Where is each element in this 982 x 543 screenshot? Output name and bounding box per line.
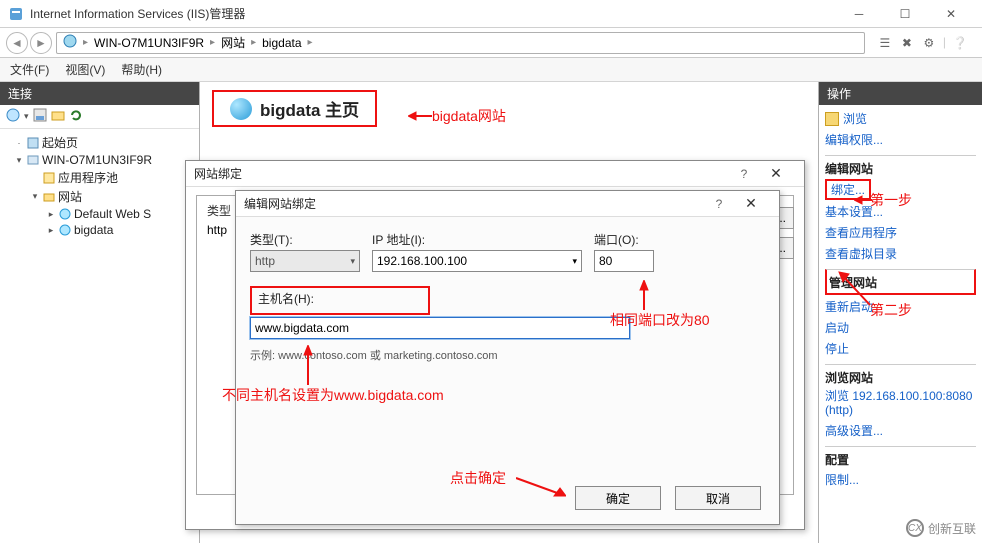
tree-default-site[interactable]: ▸Default Web S: [2, 206, 197, 222]
group-browse-site: 浏览网站: [825, 364, 976, 386]
tree-server[interactable]: ▾WIN-O7M1UN3IF9R: [2, 152, 197, 168]
breadcrumb[interactable]: ▸ WIN-O7M1UN3IF9R ▸ 网站 ▸ bigdata ▸: [56, 32, 865, 54]
dialog-edit-title: 编辑网站绑定: [244, 195, 316, 212]
action-explore[interactable]: 浏览: [825, 109, 976, 128]
dialog-bindings-title: 网站绑定: [194, 165, 242, 182]
anno-ok: 点击确定: [450, 468, 506, 488]
save-icon[interactable]: [33, 108, 47, 125]
action-browse-url[interactable]: 浏览 192.168.100.100:8080 (http): [825, 388, 976, 419]
tree-sites[interactable]: ▾网站: [2, 187, 197, 206]
folder-open-icon: [825, 112, 839, 126]
action-limits[interactable]: 限制...: [825, 470, 976, 489]
select-type: http▾: [250, 250, 360, 272]
bc-site: bigdata: [262, 36, 301, 50]
watermark-text: 创新互联: [928, 520, 976, 537]
globe-icon: [230, 98, 252, 120]
action-view-vdirs[interactable]: 查看虚拟目录: [825, 244, 976, 263]
anno-step1: 第一步: [870, 190, 912, 210]
maximize-button[interactable]: ☐: [882, 0, 928, 28]
bc-sites: 网站: [221, 34, 245, 51]
close-button[interactable]: ✕: [928, 0, 974, 28]
hostname-hint: 示例: www.contoso.com 或 marketing.contoso.…: [250, 347, 765, 363]
lbl-host: 主机名(H):: [258, 292, 314, 306]
dialog-edit-binding: 编辑网站绑定 ? ✕ 类型(T): http▾ IP 地址(I): 192.16…: [235, 190, 780, 525]
menu-help[interactable]: 帮助(H): [121, 61, 162, 78]
lbl-port: 端口(O):: [594, 231, 664, 248]
input-hostname[interactable]: [250, 317, 630, 339]
page-title: bigdata 主页: [260, 96, 359, 121]
bc-server: WIN-O7M1UN3IF9R: [94, 36, 204, 50]
lbl-ip: IP 地址(I):: [372, 231, 582, 248]
watermark-logo-icon: CX: [906, 519, 924, 537]
address-bar: ◄ ► ▸ WIN-O7M1UN3IF9R ▸ 网站 ▸ bigdata ▸ ☰…: [0, 28, 982, 58]
action-view-apps[interactable]: 查看应用程序: [825, 223, 976, 242]
refresh-icon[interactable]: [69, 108, 83, 125]
tool-icon-1[interactable]: ☰: [877, 35, 893, 51]
ok-button[interactable]: 确定: [575, 486, 661, 510]
connect-icon[interactable]: [6, 108, 20, 125]
action-stop[interactable]: 停止: [825, 339, 976, 358]
globe-icon: [63, 34, 77, 51]
connections-header: 连接: [0, 82, 199, 105]
help-icon[interactable]: ❔: [952, 35, 968, 51]
nav-forward-button[interactable]: ►: [30, 32, 52, 54]
tree-start-page[interactable]: ·起始页: [2, 133, 197, 152]
anno-port: 相同端口改为80: [610, 310, 710, 330]
actions-header: 操作: [819, 82, 982, 105]
anno-host: 不同主机名设置为www.bigdata.com: [222, 385, 444, 405]
group-config: 配置: [825, 446, 976, 468]
folder-icon[interactable]: [51, 108, 65, 125]
minimize-button[interactable]: ─: [836, 0, 882, 28]
watermark: CX 创新互联: [906, 519, 976, 537]
anno-bigdata-site: bigdata网站: [432, 106, 506, 126]
tree-app-pools[interactable]: 应用程序池: [2, 168, 197, 187]
dialog-help-icon[interactable]: ?: [707, 197, 731, 211]
cancel-button[interactable]: 取消: [675, 486, 761, 510]
anno-step2: 第二步: [870, 300, 912, 320]
window-title: Internet Information Services (IIS)管理器: [30, 5, 836, 22]
action-edit-permissions[interactable]: 编辑权限...: [825, 130, 976, 149]
select-ip[interactable]: 192.168.100.100▾: [372, 250, 582, 272]
window-titlebar: Internet Information Services (IIS)管理器 ─…: [0, 0, 982, 28]
lbl-type: 类型(T):: [250, 231, 360, 248]
tool-icon-2[interactable]: ✖: [899, 35, 915, 51]
action-advanced-settings[interactable]: 高级设置...: [825, 421, 976, 440]
tree-bigdata-site[interactable]: ▸bigdata: [2, 222, 197, 238]
menu-bar: 文件(F) 视图(V) 帮助(H): [0, 58, 982, 82]
input-port[interactable]: [594, 250, 654, 272]
group-edit-site: 编辑网站: [825, 155, 976, 177]
dialog-close-button[interactable]: ✕: [731, 195, 771, 212]
tool-icon-3[interactable]: ⚙: [921, 35, 937, 51]
connections-panel: 连接 ▾ ·起始页 ▾WIN-O7M1UN3IF9R 应用程序池 ▾网站 ▸De…: [0, 82, 200, 543]
connections-tree: ·起始页 ▾WIN-O7M1UN3IF9R 应用程序池 ▾网站 ▸Default…: [0, 129, 199, 242]
dialog-help-icon[interactable]: ?: [732, 167, 756, 181]
nav-back-button[interactable]: ◄: [6, 32, 28, 54]
menu-file[interactable]: 文件(F): [10, 61, 49, 78]
menu-view[interactable]: 视图(V): [65, 61, 105, 78]
action-start[interactable]: 启动: [825, 318, 976, 337]
dialog-close-button[interactable]: ✕: [756, 165, 796, 182]
app-icon: [8, 6, 24, 22]
